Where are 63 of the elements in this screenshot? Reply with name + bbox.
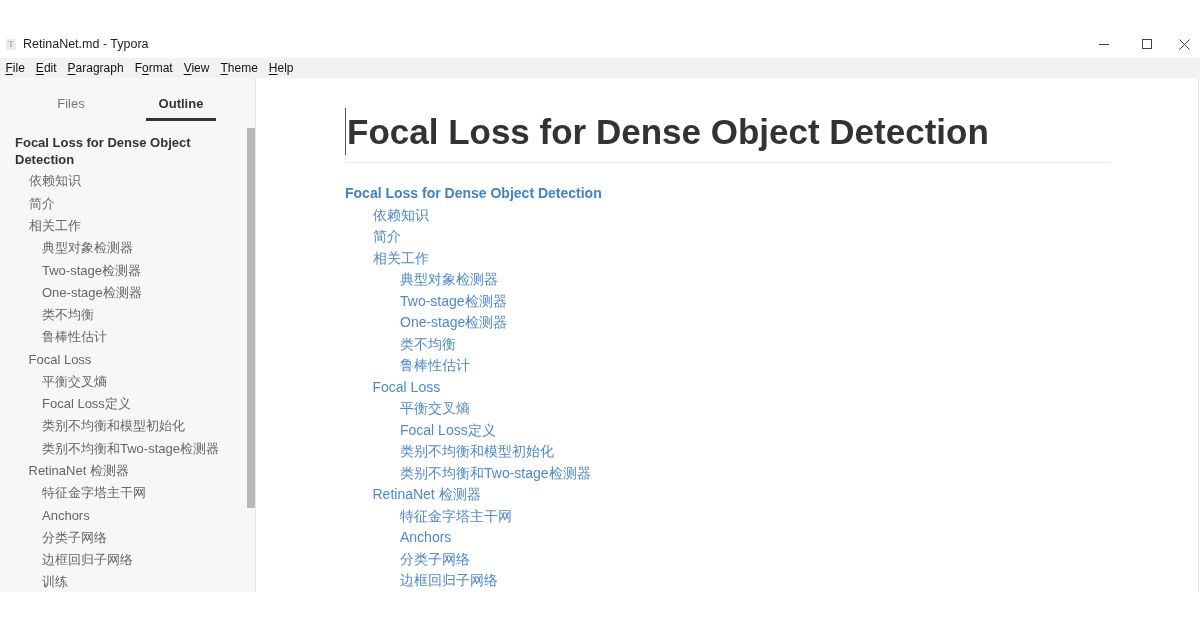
toc-link[interactable]: 类别不均衡和Two-stage检测器 — [400, 462, 591, 484]
toc-link[interactable]: 简介 — [372, 226, 401, 248]
menu-item[interactable]: Theme — [214, 58, 264, 78]
mnemonic-letter: T — [220, 61, 228, 75]
toc-link[interactable]: 平衡交叉熵 — [400, 398, 470, 420]
outline-item[interactable]: 类别不均衡和模型初始化 — [42, 415, 185, 438]
outline-item[interactable]: Focal Loss定义 — [42, 393, 131, 416]
outline-item[interactable]: 类不均衡 — [42, 304, 94, 327]
mnemonic-letter: V — [183, 61, 192, 75]
outline-item[interactable]: 平衡交叉熵 — [42, 370, 107, 394]
toc-link[interactable]: 依赖知识 — [372, 204, 429, 226]
outline-item[interactable]: Focal Loss for Dense Object Detection — [15, 134, 239, 168]
outline-item[interactable]: 依赖知识 — [28, 170, 81, 193]
toc-link[interactable]: Focal Loss定义 — [400, 419, 496, 441]
menu-item[interactable]: Edit — [30, 58, 63, 78]
window-title: RetinaNet.md - Typora — [23, 37, 149, 51]
outline-item[interactable]: 类别不均衡和Two-stage检测器 — [42, 437, 219, 461]
outline-item[interactable]: 相关工作 — [28, 214, 81, 238]
toc-link[interactable]: 鲁棒性估计 — [400, 355, 470, 377]
minimize-icon — [1098, 43, 1109, 45]
toc-link[interactable]: 典型对象检测器 — [400, 269, 498, 291]
toc-link[interactable]: RetinaNet 检测器 — [372, 484, 481, 506]
toc-link[interactable]: One-stage检测器 — [400, 312, 508, 334]
outline-item[interactable]: 特征金字塔主干网 — [42, 482, 146, 505]
outline-item[interactable]: One-stage检测器 — [42, 281, 142, 305]
toc-link[interactable]: 相关工作 — [372, 247, 429, 269]
mnemonic-letter: F — [5, 61, 13, 75]
mnemonic-letter: H — [268, 61, 278, 75]
outline-item[interactable]: Anchors — [42, 504, 90, 527]
scrollbar-thumb[interactable] — [247, 128, 255, 508]
outline-item[interactable]: RetinaNet 检测器 — [28, 460, 129, 483]
outline-item[interactable]: 鲁棒性估计 — [42, 326, 107, 349]
toc-link[interactable]: 分类子网络 — [400, 548, 470, 570]
outline-item[interactable]: 训练 — [42, 571, 68, 592]
maximize-icon — [1141, 39, 1152, 49]
close-icon — [1178, 38, 1190, 50]
outline-item[interactable]: 简介 — [28, 192, 55, 215]
toc-link[interactable]: 特征金字塔主干网 — [400, 505, 512, 527]
toc-link[interactable]: Focal Loss for Dense Object Detection — [345, 183, 602, 205]
menu-item[interactable]: Help — [263, 58, 300, 78]
toc-link[interactable]: Anchors — [400, 527, 452, 549]
toc-link[interactable]: 类不均衡 — [400, 333, 456, 355]
toc-link[interactable]: Focal Loss — [372, 376, 441, 398]
sidebar-tab[interactable]: Outline — [145, 88, 217, 121]
mnemonic-letter: P — [67, 61, 76, 75]
menu-item[interactable]: Paragraph — [62, 58, 130, 78]
menu-item[interactable]: Format — [129, 58, 179, 78]
menu-item[interactable]: View — [178, 58, 215, 78]
outline-item[interactable]: 典型对象检测器 — [42, 237, 133, 260]
outline-item[interactable]: Focal Loss — [28, 348, 92, 371]
outline-item[interactable]: 边框回归子网络 — [42, 549, 133, 572]
menu-item[interactable]: File — [0, 58, 31, 78]
app-icon: T — [6, 38, 16, 50]
text-cursor — [345, 108, 346, 155]
mnemonic-letter: o — [141, 61, 149, 75]
sidebar-tab[interactable]: Files — [44, 88, 98, 121]
toc-link[interactable]: 类别不均衡和模型初始化 — [400, 441, 554, 463]
outline-item[interactable]: Two-stage检测器 — [42, 259, 141, 282]
document-heading: Focal Loss for Dense Object Detection — [347, 111, 989, 153]
toc-link[interactable]: 边框回归子网络 — [400, 570, 498, 592]
outline-item[interactable]: 分类子网络 — [42, 526, 107, 550]
mnemonic-letter: E — [35, 61, 44, 75]
toc-link[interactable]: Two-stage检测器 — [400, 290, 507, 312]
